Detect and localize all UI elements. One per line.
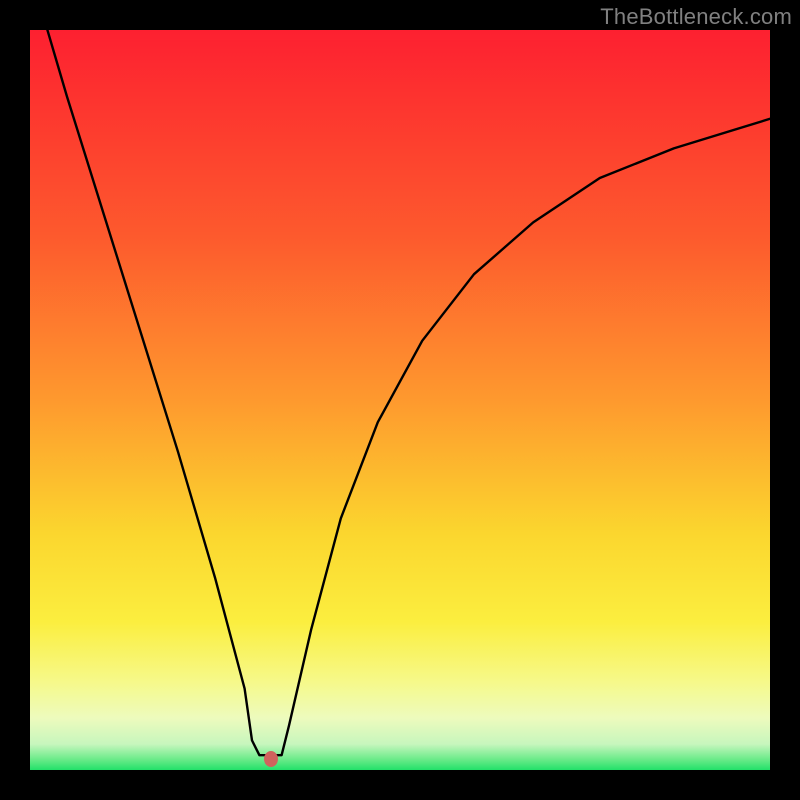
watermark-text: TheBottleneck.com <box>600 4 792 30</box>
chart-frame: TheBottleneck.com <box>0 0 800 800</box>
bottleneck-curve <box>30 30 770 770</box>
plot-area <box>30 30 770 770</box>
optimal-point-marker <box>264 751 278 767</box>
